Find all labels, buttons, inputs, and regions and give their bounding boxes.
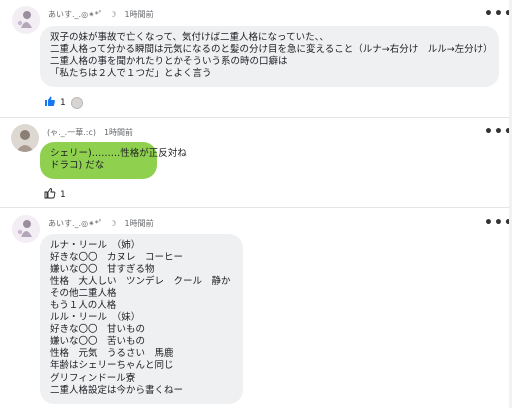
comment-line: 二重人格って分かる瞬間は元気になるのと髪の分け目を急に変えること（ルナ→右分け …: [50, 44, 493, 56]
comment-line: 性格 元気 うるさい 馬鹿: [50, 348, 174, 360]
comment-bubble: ルナ・リール （姉） 好きな〇〇 カヌレ コーヒー 嫌いな〇〇 甘すぎる物 性格…: [40, 234, 243, 404]
comment-line: 性格 大人しい ツンデレ クール 静か: [50, 276, 231, 288]
avatar[interactable]: [12, 6, 40, 34]
comment-line: ルル・リール （妹）: [50, 312, 141, 324]
author-name[interactable]: (ゃ._.一華.:c): [47, 128, 96, 137]
comment-line: 二重人格設定は今から書くねー: [50, 384, 184, 396]
timestamp: 1時間前: [103, 128, 134, 137]
comment-line: もう１人の人格: [50, 300, 117, 312]
reaction-count: 1: [60, 97, 66, 108]
comment-bubble: 双子の妹が事故で亡くなって、気付けば二重人格になっていた、、 二重人格って分かる…: [40, 26, 499, 87]
timestamp: 1時間前: [124, 10, 154, 19]
comment-line: 年齢はシェリーちゃんと同じ: [50, 360, 174, 372]
divider: [0, 117, 512, 118]
reaction-count: 1: [60, 189, 66, 200]
comment-meta: (ゃ._.一華.:c) 1時間前: [47, 127, 133, 138]
reaction-bar[interactable]: 1: [44, 187, 66, 202]
comment-meta: あいす._.◎✴︎*゜ ☽ 1時間前: [48, 9, 154, 20]
thumbs-up-outline-icon[interactable]: [44, 187, 56, 202]
more-options-button[interactable]: •••: [484, 125, 512, 139]
divider: [0, 207, 512, 208]
comment-line: 双子の妹が事故で亡くなって、気付けば二重人格になっていた、、: [50, 32, 329, 43]
comment-line: 嫌いな〇〇 甘すぎる物: [50, 264, 155, 276]
comment-meta: あいす._.◎✴︎*゜ ☽ 1時間前: [48, 218, 154, 229]
comment-line: グリフィンドール寮: [50, 372, 136, 384]
comment-line: シェリー)………性格が正反対ね: [50, 148, 187, 159]
comment-line: 好きな〇〇 甘いもの: [50, 324, 146, 336]
comment-line: ルナ・リール （姉）: [50, 240, 141, 251]
comment-bubble: シェリー)………性格が正反対ね ドラコ) だな: [40, 142, 187, 179]
comment-line: 「私たちは２人で１つだ」とよく言う: [50, 68, 212, 80]
more-options-button[interactable]: •••: [484, 216, 512, 230]
comment-line: 好きな〇〇 カヌレ コーヒー: [50, 252, 184, 264]
comment-line: 嫌いな〇〇 苦いもの: [50, 336, 146, 348]
author-name[interactable]: あいす._.◎✴︎*゜ ☽: [48, 10, 116, 19]
comment-line: 二重人格の事を聞かれたりとかそういう系の時の口癖は: [50, 56, 288, 68]
reaction-bar[interactable]: 1: [44, 95, 83, 110]
more-options-button[interactable]: •••: [484, 7, 512, 21]
comment-line: その他二重人格: [50, 288, 117, 300]
avatar[interactable]: [11, 124, 39, 152]
author-name[interactable]: あいす._.◎✴︎*゜ ☽: [48, 219, 116, 228]
comment-line: ドラコ) だな: [50, 160, 105, 172]
timestamp: 1時間前: [124, 219, 154, 228]
avatar[interactable]: [12, 215, 40, 243]
thumbs-up-filled-icon[interactable]: [44, 95, 56, 110]
reactor-avatar[interactable]: [70, 96, 83, 109]
